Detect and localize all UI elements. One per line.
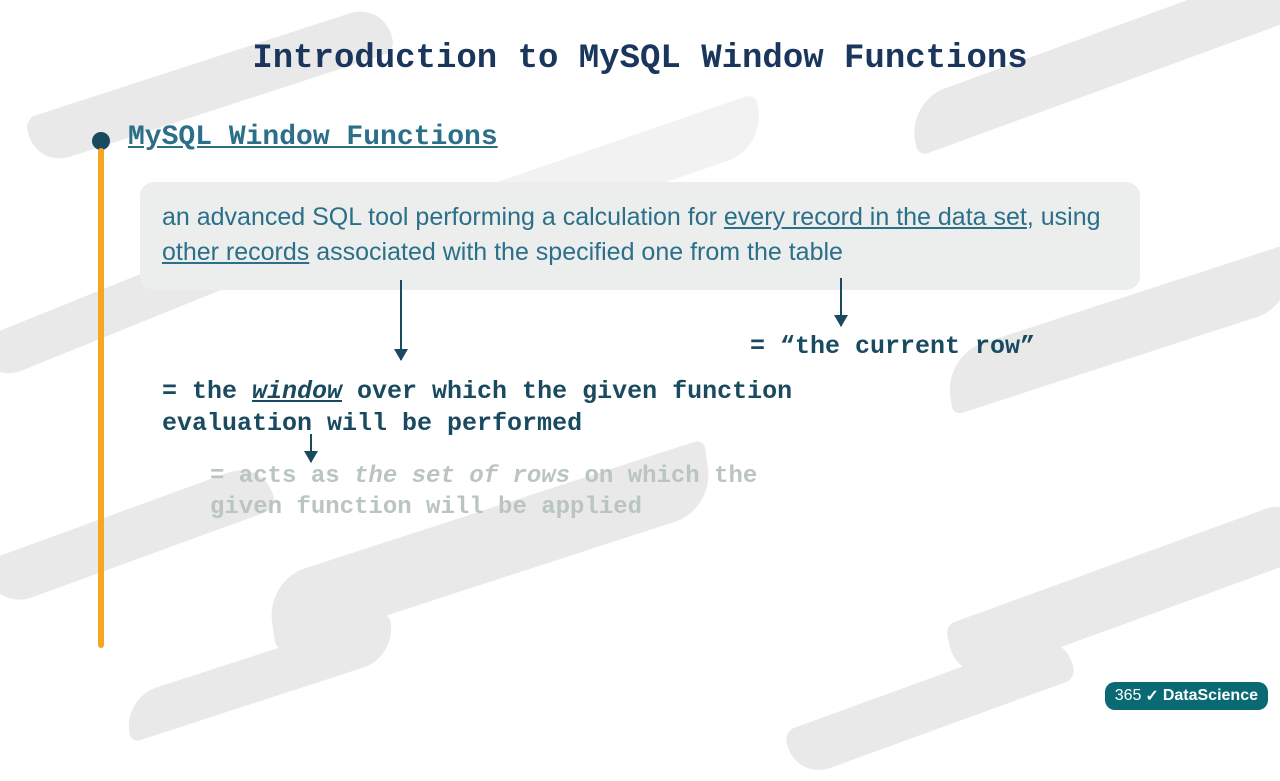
annotation-set-of-rows: = acts as the set of rows on which the g… (210, 462, 757, 523)
arrow-to-faded-annotation (310, 434, 312, 462)
section-heading: MySQL Window Functions (128, 122, 498, 153)
logo-number: 365 (1115, 687, 1142, 705)
brand-logo: 365✓ DataScience (1105, 682, 1268, 710)
annotation-window-term: window (252, 377, 342, 406)
definition-text-mid1: , using (1027, 203, 1101, 231)
slide-title: Introduction to MySQL Window Functions (0, 0, 1280, 78)
vertical-accent-line (98, 148, 104, 648)
annotation-current-row: = “the current row” (750, 332, 1035, 361)
definition-box: an advanced SQL tool performing a calcul… (140, 182, 1140, 290)
annotation-window-post-line1: over which the given function (342, 377, 792, 406)
definition-text-post1: associated with the specified one from t… (309, 238, 843, 266)
annotation-window-line2: evaluation will be performed (162, 409, 582, 438)
arrow-to-window-annotation (400, 280, 402, 360)
annotation-faded-post-line1: on which the (570, 463, 757, 490)
definition-text-pre1: an advanced SQL tool performing a calcul… (162, 203, 724, 231)
annotation-window-pre: = the (162, 377, 252, 406)
arrow-to-current-row-annotation (840, 278, 842, 326)
annotation-faded-pre: = acts as (210, 463, 354, 490)
logo-check-icon: ✓ (1145, 686, 1158, 706)
definition-underline-1: every record in the data set (724, 203, 1027, 231)
annotation-faded-line2: given function will be applied (210, 494, 642, 521)
logo-brand-text: DataScience (1163, 687, 1258, 705)
annotation-window: = the window over which the given functi… (162, 376, 792, 440)
annotation-faded-italic: the set of rows (354, 463, 570, 490)
definition-underline-2: other records (162, 238, 309, 266)
